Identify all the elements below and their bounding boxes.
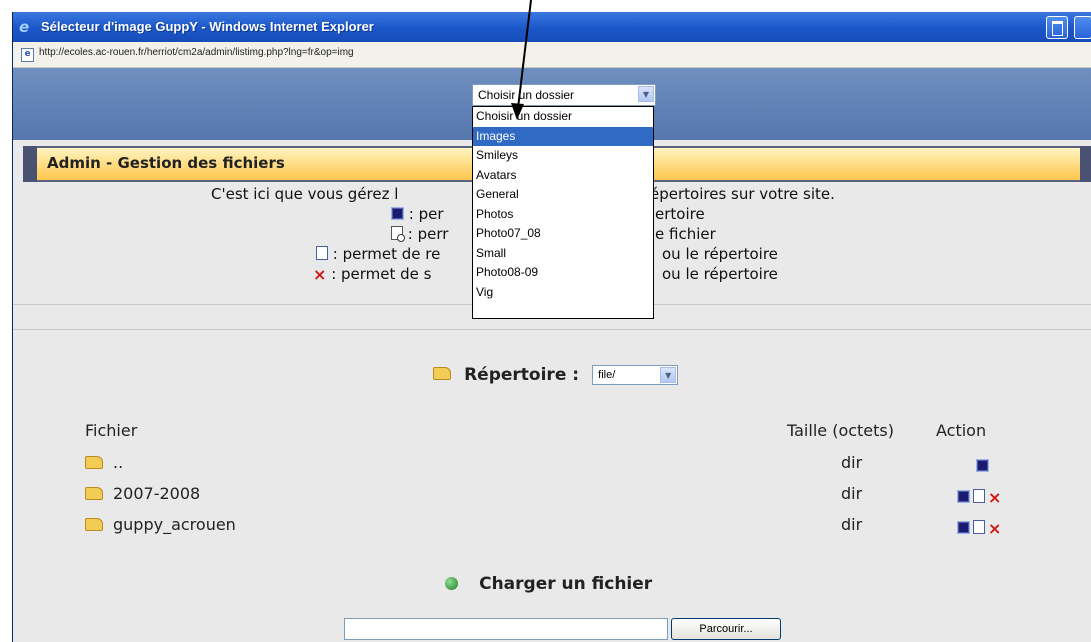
folder-option[interactable]: Choisir un dossier [473,107,653,127]
title-bar: e Sélecteur d'image GuppY - Windows Inte… [13,12,1091,42]
folder-option[interactable]: Smileys [473,146,653,166]
intro-line5-text: : permet de s [331,265,432,283]
move-icon [391,207,404,220]
address-url[interactable]: http://ecoles.ac-rouen.fr/herriot/cm2a/a… [39,47,354,58]
upload-label: Charger un fichier [479,574,653,594]
row-size: dir [841,453,863,472]
intro-line4-text: : permet de re [332,245,441,263]
directory-select[interactable]: file/ ▼ [592,364,679,385]
document-icon[interactable] [973,489,985,503]
intro-line1-right: épertoires sur votre site. [650,185,835,203]
delete-icon: × [313,265,327,284]
folder-icon [85,518,103,531]
browse-button[interactable]: Parcourir... [671,618,781,640]
intro-line3-text: : perr [407,225,449,243]
minimize-button[interactable] [1046,16,1068,39]
row-actions [976,456,992,475]
move-icon[interactable] [957,521,970,534]
folder-option[interactable]: Avatars [473,166,653,186]
browser-window: e Sélecteur d'image GuppY - Windows Inte… [12,12,1091,642]
folder-option[interactable]: Photo08-09 [473,263,653,283]
row-size: dir [841,484,863,503]
table-row: guppy_acrouen dir × [13,512,1091,538]
row-name-text: 2007-2008 [113,484,201,503]
panel-title: Admin - Gestion des fichiers [47,154,285,172]
maximize-button[interactable] [1074,16,1091,39]
intro-line2-text: : per [408,205,444,223]
intro-line2-left: : per [391,204,444,224]
directory-label: Répertoire : [464,364,580,385]
column-header-file: Fichier [85,421,138,440]
internet-explorer-icon: e [19,18,30,36]
table-row: 2007-2008 dir × [13,481,1091,507]
move-icon[interactable] [976,459,989,472]
directory-selector: Répertoire : file/ ▼ [433,364,679,388]
delete-icon[interactable]: × [988,521,1001,537]
folder-icon [85,487,103,500]
panel-right-tab [1080,146,1091,182]
chevron-down-icon[interactable]: ▼ [660,366,677,383]
chevron-down-icon[interactable]: ▼ [638,86,654,102]
intro-line5-right: ou le répertoire [662,265,778,283]
intro-line3-left: : perr [391,224,448,244]
intro-line2-right: ertoire [655,205,705,223]
folder-option[interactable]: Vig [473,283,653,303]
folder-option[interactable]: Photo07_08 [473,224,653,244]
intro-line5-left: × : permet de s [313,264,432,284]
folder-icon [85,456,103,469]
directory-select-value: file/ [598,368,616,381]
table-row: .. dir [13,450,1091,476]
row-actions: × [957,487,1004,506]
move-icon[interactable] [957,490,970,503]
intro-line4-right: ou le répertoire [662,245,778,263]
folder-option[interactable]: Photos [473,205,653,225]
folder-option[interactable]: General [473,185,653,205]
folder-icon [433,367,451,380]
folder-select-value: Choisir un dossier [478,88,575,102]
intro-line4-left: : permet de re [316,244,440,264]
row-name[interactable]: .. [85,453,123,472]
rename-icon [391,226,405,242]
folder-option[interactable]: Small [473,244,653,264]
delete-icon[interactable]: × [988,490,1001,506]
divider [13,329,1091,330]
folder-option-selected[interactable]: Images [473,126,653,146]
file-path-input[interactable] [344,618,668,640]
panel-left-tab [23,146,37,182]
window-title: Sélecteur d'image GuppY - Windows Intern… [41,19,374,34]
document-icon[interactable] [973,520,985,534]
row-name-text: .. [113,453,124,472]
column-header-action: Action [936,421,987,440]
column-header-size: Taille (octets) [787,421,894,440]
intro-line1-left: C'est ici que vous gérez l [211,185,399,203]
page-content: Choisir un dossier ▼ Choisir un dossier … [13,68,1091,642]
folder-dropdown-list[interactable]: Choisir un dossier Images Smileys Avatar… [472,106,654,319]
intro-line3-right: e fichier [655,225,716,243]
globe-icon [445,577,458,590]
address-bar[interactable]: e http://ecoles.ac-rouen.fr/herriot/cm2a… [13,42,1091,68]
row-name-text: guppy_acrouen [113,515,236,534]
page-icon: e [21,48,34,62]
upload-section: Charger un fichier [445,574,652,594]
row-name[interactable]: 2007-2008 [85,484,200,503]
folder-select[interactable]: Choisir un dossier ▼ [472,84,656,106]
row-name[interactable]: guppy_acrouen [85,515,236,534]
row-size: dir [841,515,863,534]
document-icon [316,246,328,260]
row-actions: × [957,518,1004,537]
